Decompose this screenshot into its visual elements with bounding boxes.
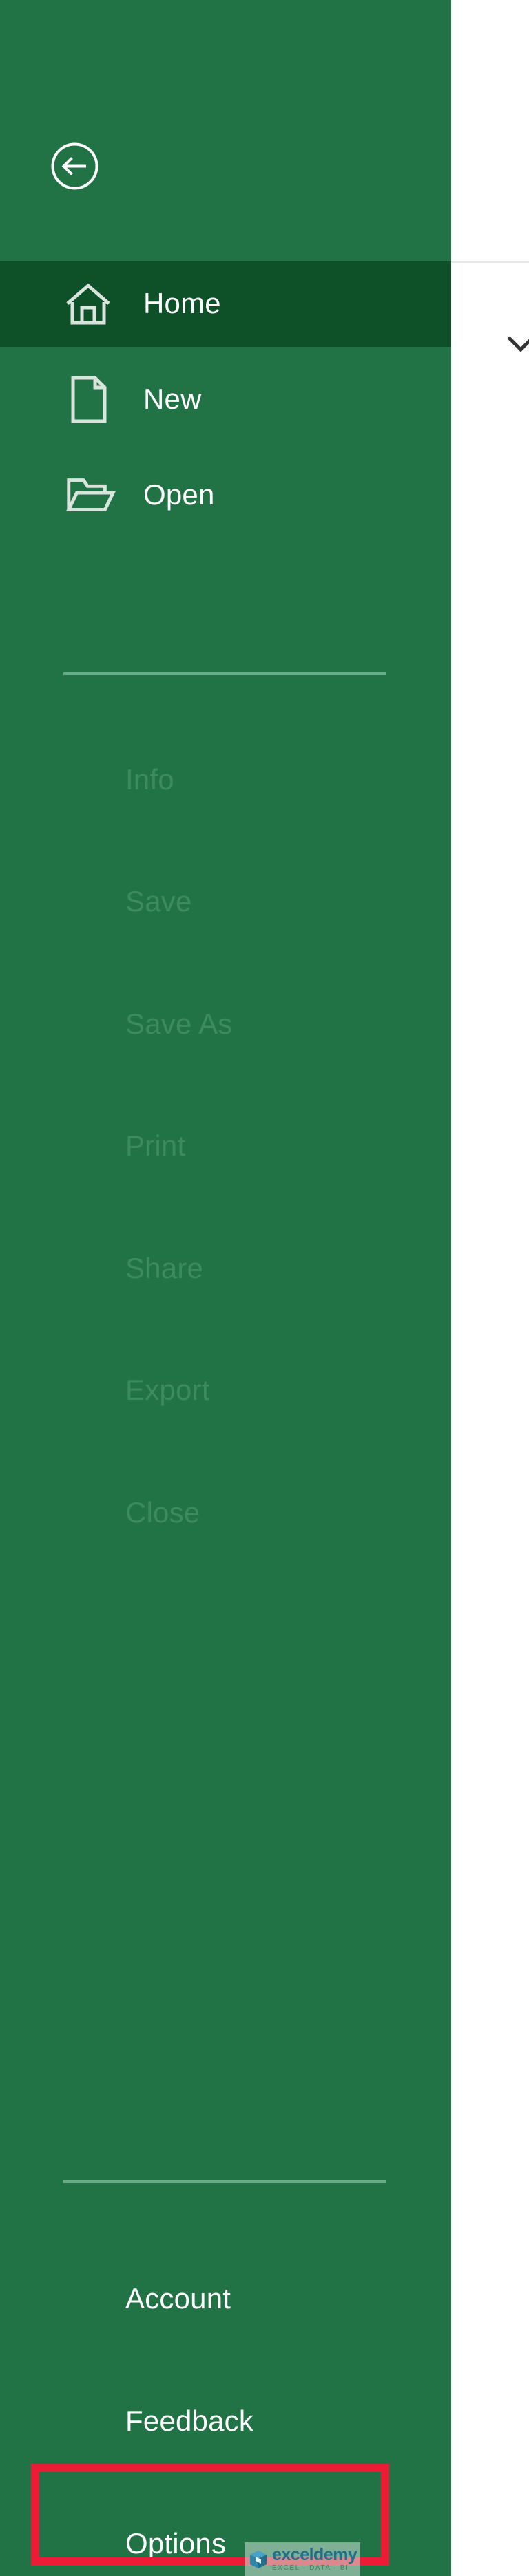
sidebar-item-print-label: Print <box>125 1129 186 1162</box>
sidebar-item-open-label: Open <box>143 478 215 511</box>
sidebar-divider-bottom <box>63 2180 386 2183</box>
watermark-subtitle: EXCEL · DATA · BI <box>272 2564 349 2572</box>
sidebar-item-save-as-label: Save As <box>125 1008 233 1040</box>
sidebar-item-new-label: New <box>143 383 202 415</box>
sidebar-item-info: Info <box>0 752 451 807</box>
sidebar-item-close: Close <box>0 1485 451 1540</box>
backstage-screen: Home New Open Info Save Save As Print Sh… <box>0 0 529 2576</box>
open-folder-icon <box>63 474 116 517</box>
backstage-sidebar: Home New Open Info Save Save As Print Sh… <box>0 0 451 2576</box>
sidebar-item-share-label: Share <box>125 1252 204 1284</box>
sidebar-item-export-label: Export <box>125 1374 210 1406</box>
sidebar-item-home[interactable]: Home <box>0 261 451 347</box>
exceldemy-watermark: exceldemy EXCEL · DATA · BI <box>245 2542 360 2576</box>
sidebar-item-home-label: Home <box>143 287 221 319</box>
sidebar-item-save-label: Save <box>125 885 192 917</box>
sidebar-item-save-as: Save As <box>0 997 451 1052</box>
home-icon <box>63 280 116 328</box>
sidebar-item-account-label: Account <box>125 2282 231 2314</box>
exceldemy-cube-logo-icon <box>248 2549 269 2570</box>
sidebar-item-export: Export <box>0 1363 451 1418</box>
new-file-icon <box>63 374 116 425</box>
sidebar-item-print: Print <box>0 1118 451 1173</box>
content-divider-rule <box>451 261 529 263</box>
content-pane <box>451 0 529 2576</box>
sidebar-divider-top <box>63 672 386 675</box>
sidebar-item-open[interactable]: Open <box>0 452 451 538</box>
sidebar-item-info-label: Info <box>125 763 174 796</box>
sidebar-item-feedback[interactable]: Feedback <box>0 2394 451 2449</box>
sidebar-item-save: Save <box>0 874 451 929</box>
chevron-down-icon[interactable] <box>507 332 529 359</box>
sidebar-item-options-label: Options <box>125 2527 227 2559</box>
sidebar-item-options[interactable]: Options <box>0 2516 451 2571</box>
sidebar-item-close-label: Close <box>125 1496 200 1529</box>
sidebar-item-new[interactable]: New <box>0 356 451 443</box>
back-button[interactable] <box>50 141 100 191</box>
sidebar-item-feedback-label: Feedback <box>125 2405 254 2437</box>
sidebar-item-account[interactable]: Account <box>0 2271 451 2326</box>
watermark-title: exceldemy <box>272 2545 357 2564</box>
sidebar-item-share: Share <box>0 1241 451 1296</box>
